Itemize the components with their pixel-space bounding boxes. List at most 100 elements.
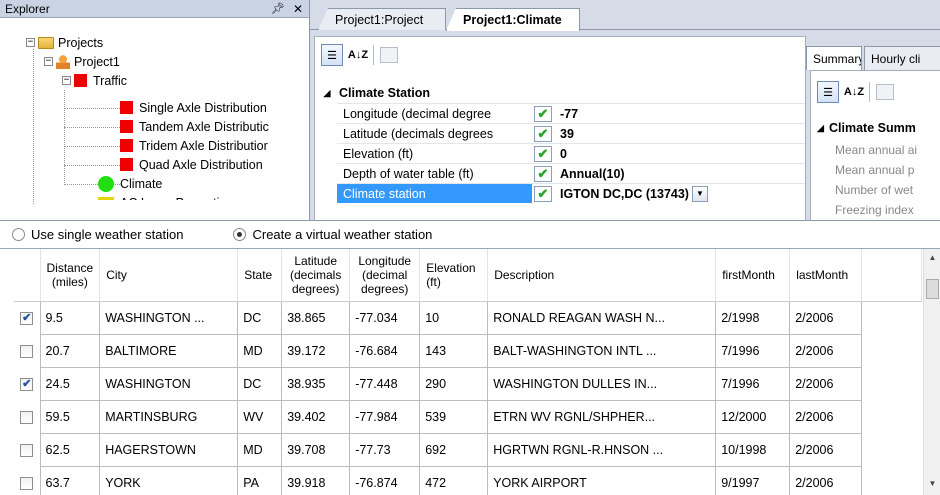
row-checkbox-cell[interactable]	[14, 466, 40, 495]
tree-item-tridem-axle[interactable]: Tridem Axle Distributior	[120, 136, 268, 155]
categorized-icon[interactable]: ☰	[817, 81, 839, 103]
radio-button[interactable]	[233, 228, 247, 241]
cell-elev[interactable]: 472	[419, 465, 489, 495]
cell-last[interactable]: 2/2006	[789, 432, 863, 467]
row-checkbox[interactable]	[20, 476, 34, 490]
collapse-arrow-icon[interactable]: ◢	[315, 88, 339, 99]
cell-lon[interactable]: -77.034	[349, 300, 421, 335]
column-header-elevation[interactable]: Elevation (ft)	[419, 249, 489, 302]
cell-desc[interactable]: YORK AIRPORT	[487, 465, 717, 495]
scroll-up-icon[interactable]: ▲	[924, 253, 940, 262]
cell-city[interactable]: WASHINGTON	[99, 366, 239, 401]
row-checkbox[interactable]: ✔	[20, 311, 34, 325]
category-climate-station[interactable]: ◢ Climate Station	[315, 83, 805, 103]
scrollbar-thumb[interactable]	[926, 279, 939, 299]
tab-hourly-climate[interactable]: Hourly cli	[864, 46, 940, 70]
table-row[interactable]: ✔ 9.5 WASHINGTON ... DC 38.865 -77.034 10 RONAL…	[14, 300, 922, 335]
column-header-check[interactable]	[14, 249, 41, 302]
cell-state[interactable]: MD	[237, 432, 283, 467]
row-checkbox[interactable]	[20, 443, 34, 457]
vertical-scrollbar[interactable]: ▲ ▼	[923, 249, 940, 495]
close-icon[interactable]: ✕	[293, 2, 303, 16]
property-value[interactable]: ✔ IGTON DC,DC (13743) ▼	[532, 184, 805, 203]
cell-last[interactable]: 2/2006	[789, 366, 863, 401]
cell-desc[interactable]: WASHINGTON DULLES IN...	[487, 366, 717, 401]
cell-lat[interactable]: 39.402	[281, 399, 351, 434]
cell-desc[interactable]: ETRN WV RGNL/SHPHER...	[487, 399, 717, 434]
row-checkbox-cell[interactable]: ✔	[14, 301, 40, 334]
property-value[interactable]: ✔ 0	[532, 144, 805, 163]
table-row[interactable]: 63.7 YORK PA 39.918 -76.874 472 YORK AIRPORT 9/…	[14, 465, 922, 495]
cell-distance[interactable]: 63.7	[39, 465, 101, 495]
property-pages-icon[interactable]	[876, 84, 894, 100]
cell-last[interactable]: 2/2006	[789, 465, 863, 495]
tab-summary[interactable]: Summary	[806, 46, 862, 70]
cell-city[interactable]: BALTIMORE	[99, 333, 239, 368]
tree-item-single-axle[interactable]: Single Axle Distribution	[120, 98, 267, 117]
category-climate-summary[interactable]: ◢ Climate Summ	[811, 121, 916, 135]
tree-item-climate[interactable]: Climate	[98, 174, 162, 193]
cell-lat[interactable]: 39.172	[281, 333, 351, 368]
tree-item-partial[interactable]: AC Layer Properties	[98, 193, 233, 200]
cell-city[interactable]: YORK	[99, 465, 239, 495]
table-row[interactable]: 62.5 HAGERSTOWN MD 39.708 -77.73 692 HGRTWN RG…	[14, 432, 922, 467]
cell-first[interactable]: 10/1998	[715, 432, 791, 467]
collapse-icon[interactable]: −	[44, 57, 53, 66]
cell-state[interactable]: DC	[237, 366, 283, 401]
property-row-longitude[interactable]: Longitude (decimal degree ✔ -77	[337, 103, 805, 123]
pin-icon[interactable]: 📌︎	[271, 2, 285, 16]
cell-state[interactable]: PA	[237, 465, 283, 495]
alphabetical-sort-icon[interactable]: A↓Z	[844, 81, 864, 103]
cell-first[interactable]: 7/1996	[715, 366, 791, 401]
row-checkbox[interactable]: ✔	[20, 377, 34, 391]
cell-lon[interactable]: -77.984	[349, 399, 421, 434]
cell-lon[interactable]: -77.73	[349, 432, 421, 467]
radio-virtual-station[interactable]: Create a virtual weather station	[233, 227, 432, 242]
column-header-description[interactable]: Description	[487, 249, 717, 302]
cell-lon[interactable]: -76.874	[349, 465, 421, 495]
row-checkbox[interactable]	[20, 410, 34, 424]
cell-last[interactable]: 2/2006	[789, 333, 863, 368]
row-checkbox-cell[interactable]	[14, 400, 40, 433]
row-checkbox[interactable]	[20, 344, 34, 358]
property-row-water-table[interactable]: Depth of water table (ft) ✔ Annual(10)	[337, 163, 805, 183]
cell-state[interactable]: MD	[237, 333, 283, 368]
cell-elev[interactable]: 10	[419, 300, 489, 335]
column-header-last-month[interactable]: lastMonth	[789, 249, 863, 302]
cell-distance[interactable]: 59.5	[39, 399, 101, 434]
cell-state[interactable]: DC	[237, 300, 283, 335]
column-header-longitude[interactable]: Longitude (decimal degrees)	[349, 249, 421, 302]
cell-lat[interactable]: 38.935	[281, 366, 351, 401]
property-pages-icon[interactable]	[380, 47, 398, 63]
tree-item-tandem-axle[interactable]: Tandem Axle Distributic	[120, 117, 269, 136]
row-checkbox-cell[interactable]: ✔	[14, 367, 40, 400]
property-value-text[interactable]: Annual(10)	[560, 167, 625, 181]
property-row-latitude[interactable]: Latitude (decimals degrees ✔ 39	[337, 123, 805, 143]
row-checkbox-cell[interactable]	[14, 433, 40, 466]
scroll-down-icon[interactable]: ▼	[924, 479, 940, 488]
property-value-text[interactable]: -77	[560, 107, 578, 121]
cell-city[interactable]: MARTINSBURG	[99, 399, 239, 434]
cell-state[interactable]: WV	[237, 399, 283, 434]
property-value-text[interactable]: 0	[560, 147, 567, 161]
cell-last[interactable]: 2/2006	[789, 399, 863, 434]
tree-item-projects[interactable]: − Projects	[26, 33, 103, 52]
column-header-latitude[interactable]: Latitude (decimals degrees)	[281, 249, 351, 302]
table-row[interactable]: 59.5 MARTINSBURG WV 39.402 -77.984 539 ETRN WV…	[14, 399, 922, 434]
cell-lat[interactable]: 38.865	[281, 300, 351, 335]
cell-lat[interactable]: 39.918	[281, 465, 351, 495]
chevron-down-icon[interactable]: ▼	[691, 185, 708, 202]
cell-desc[interactable]: BALT-WASHINGTON INTL ...	[487, 333, 717, 368]
cell-first[interactable]: 12/2000	[715, 399, 791, 434]
radio-single-station[interactable]: Use single weather station	[12, 227, 183, 242]
property-value[interactable]: ✔ -77	[532, 104, 805, 123]
row-checkbox-cell[interactable]	[14, 334, 40, 367]
cell-last[interactable]: 2/2006	[789, 300, 863, 335]
cell-lon[interactable]: -76.684	[349, 333, 421, 368]
cell-first[interactable]: 7/1996	[715, 333, 791, 368]
column-header-state[interactable]: State	[237, 249, 283, 302]
collapse-icon[interactable]: −	[26, 38, 35, 47]
climate-station-select[interactable]: IGTON DC,DC (13743)	[560, 187, 689, 201]
cell-elev[interactable]: 143	[419, 333, 489, 368]
cell-distance[interactable]: 20.7	[39, 333, 101, 368]
